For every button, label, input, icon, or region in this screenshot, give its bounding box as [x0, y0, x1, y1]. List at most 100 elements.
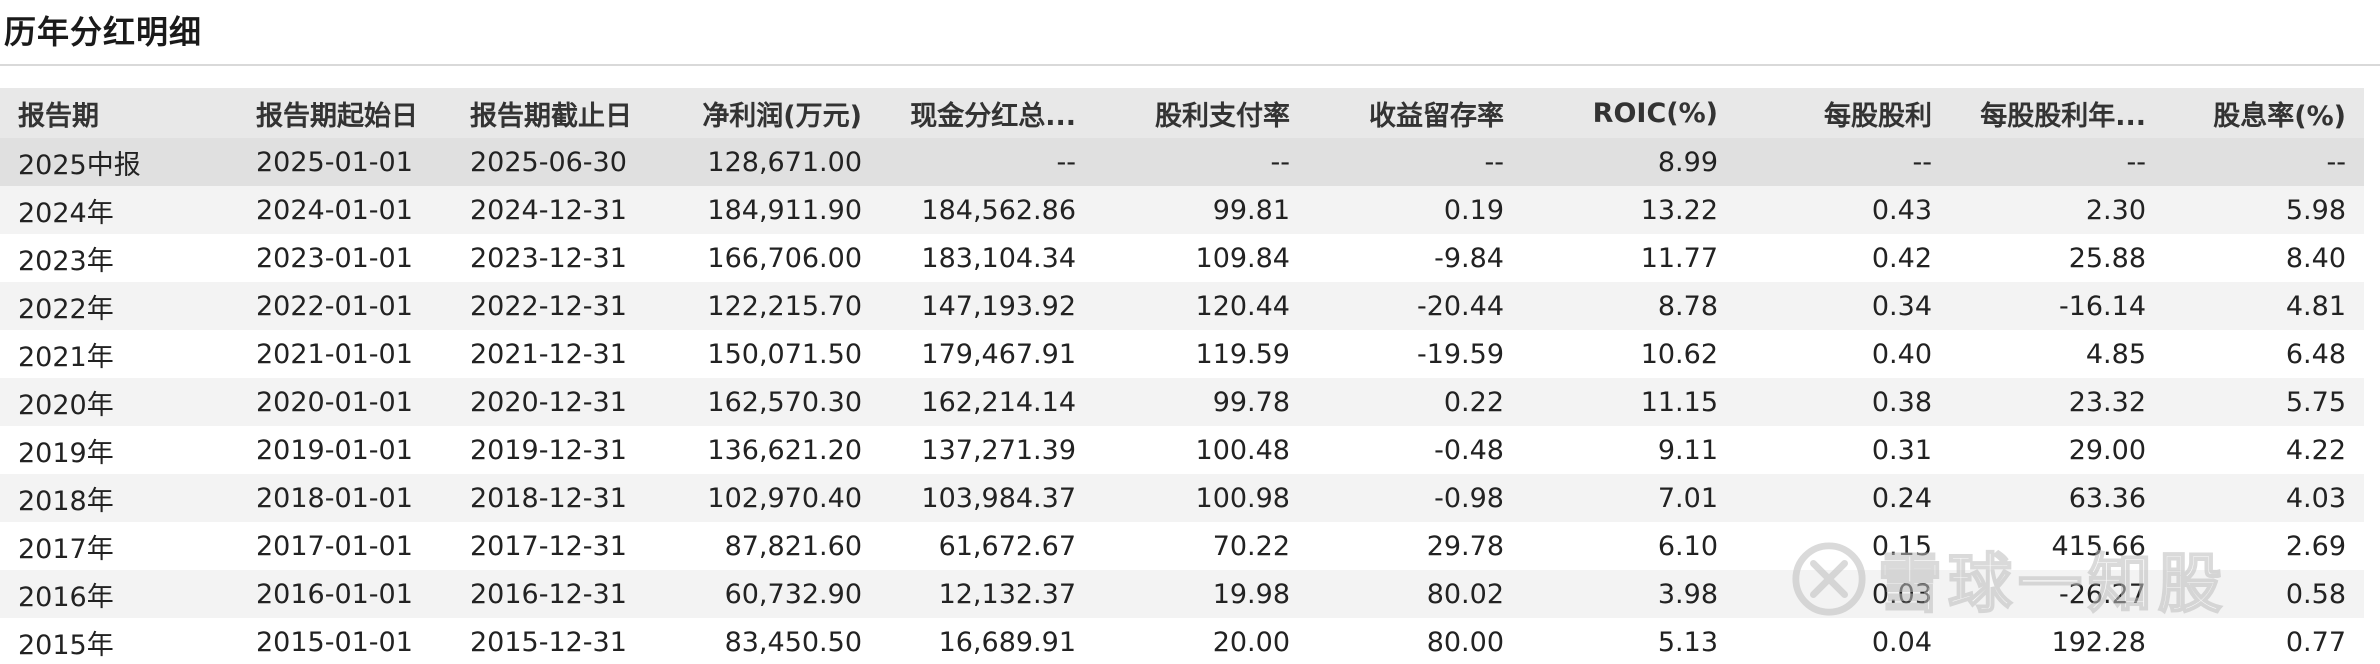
table-cell: 7.01 — [1522, 474, 1736, 522]
table-cell: 8.78 — [1522, 282, 1736, 330]
table-row: 2015年 2015-01-01 2015-12-31 83,450.50 16,689… — [0, 618, 2364, 664]
table-cell: 2017-01-01 — [238, 522, 452, 570]
table-cell: 2023-01-01 — [238, 234, 452, 282]
column-header[interactable]: 现金分红总... — [880, 88, 1094, 138]
table-cell: 2019年 — [0, 426, 238, 474]
table-row: 2022年 2022-01-01 2022-12-31 122,215.70 147,1… — [0, 282, 2364, 330]
table-row: 2016年 2016-01-01 2016-12-31 60,732.90 12,132… — [0, 570, 2364, 618]
table-cell: 6.10 — [1522, 522, 1736, 570]
table-cell: 2023-12-31 — [452, 234, 666, 282]
table-row: 2021年 2021-01-01 2021-12-31 150,071.50 179,4… — [0, 330, 2364, 378]
table-cell: 192.28 — [1950, 618, 2164, 664]
table-cell: 0.34 — [1736, 282, 1950, 330]
table-cell: 0.04 — [1736, 618, 1950, 664]
table-cell: 4.03 — [2164, 474, 2364, 522]
table-cell: 4.81 — [2164, 282, 2364, 330]
column-header[interactable]: 每股股利 — [1736, 88, 1950, 138]
table-cell: 415.66 — [1950, 522, 2164, 570]
table-cell: 2020-01-01 — [238, 378, 452, 426]
table-cell: -0.98 — [1308, 474, 1522, 522]
table-cell: 23.32 — [1950, 378, 2164, 426]
table-cell: 2015-12-31 — [452, 618, 666, 664]
table-cell: 5.98 — [2164, 186, 2364, 234]
table-cell: 6.48 — [2164, 330, 2364, 378]
table-row: 2017年 2017-01-01 2017-12-31 87,821.60 61,672… — [0, 522, 2364, 570]
title-divider — [0, 64, 2380, 66]
column-header[interactable]: ROIC(%) — [1522, 88, 1736, 138]
table-cell: -26.27 — [1950, 570, 2164, 618]
table-cell: 8.99 — [1522, 138, 1736, 186]
column-header[interactable]: 报告期 — [0, 88, 238, 138]
table-cell: 20.00 — [1094, 618, 1308, 664]
table-cell: 2025中报 — [0, 138, 238, 186]
table-cell: 11.77 — [1522, 234, 1736, 282]
table-cell: -0.48 — [1308, 426, 1522, 474]
table-cell: -- — [880, 138, 1094, 186]
table-cell: 0.19 — [1308, 186, 1522, 234]
table-cell: 29.78 — [1308, 522, 1522, 570]
table-cell: 2024-01-01 — [238, 186, 452, 234]
table-cell: 70.22 — [1094, 522, 1308, 570]
column-header[interactable]: 收益留存率 — [1308, 88, 1522, 138]
table-cell: 8.40 — [2164, 234, 2364, 282]
table-cell: 9.11 — [1522, 426, 1736, 474]
table-cell: -- — [2164, 138, 2364, 186]
table-cell: 2015年 — [0, 618, 238, 664]
table-cell: 128,671.00 — [666, 138, 880, 186]
table-cell: 0.40 — [1736, 330, 1950, 378]
table-cell: 2021年 — [0, 330, 238, 378]
table-cell: 183,104.34 — [880, 234, 1094, 282]
table-cell: 2025-01-01 — [238, 138, 452, 186]
table-cell: 2020年 — [0, 378, 238, 426]
table-cell: -- — [1736, 138, 1950, 186]
table-cell: 2016-12-31 — [452, 570, 666, 618]
table-cell: 0.38 — [1736, 378, 1950, 426]
table-body: 2025中报 2025-01-01 2025-06-30 128,671.00 -- --… — [0, 138, 2364, 664]
table-cell: 0.43 — [1736, 186, 1950, 234]
dividend-history-table: 报告期 报告期起始日 报告期截止日 净利润(万元) 现金分红总... 股利支付率 收益留存率… — [0, 88, 2364, 664]
table-cell: 2021-01-01 — [238, 330, 452, 378]
column-header[interactable]: 股息率(%) — [2164, 88, 2364, 138]
table-cell: 61,672.67 — [880, 522, 1094, 570]
table-cell: 2023年 — [0, 234, 238, 282]
column-header[interactable]: 每股股利年... — [1950, 88, 2164, 138]
table-cell: 150,071.50 — [666, 330, 880, 378]
column-header[interactable]: 净利润(万元) — [666, 88, 880, 138]
table-cell: -- — [1950, 138, 2164, 186]
table-cell: 100.98 — [1094, 474, 1308, 522]
table-cell: 5.13 — [1522, 618, 1736, 664]
table-row: 2024年 2024-01-01 2024-12-31 184,911.90 184,5… — [0, 186, 2364, 234]
table-cell: -16.14 — [1950, 282, 2164, 330]
table-cell: 13.22 — [1522, 186, 1736, 234]
table-cell: 184,562.86 — [880, 186, 1094, 234]
column-header[interactable]: 报告期截止日 — [452, 88, 666, 138]
table-cell: 109.84 — [1094, 234, 1308, 282]
table-cell: 120.44 — [1094, 282, 1308, 330]
table-cell: 2024-12-31 — [452, 186, 666, 234]
table-cell: 19.98 — [1094, 570, 1308, 618]
table-cell: 0.22 — [1308, 378, 1522, 426]
table-cell: 137,271.39 — [880, 426, 1094, 474]
table-cell: 2018-12-31 — [452, 474, 666, 522]
table-cell: -20.44 — [1308, 282, 1522, 330]
table-cell: 0.42 — [1736, 234, 1950, 282]
table-cell: 119.59 — [1094, 330, 1308, 378]
table-cell: -19.59 — [1308, 330, 1522, 378]
table-cell: 2016年 — [0, 570, 238, 618]
table-cell: -- — [1308, 138, 1522, 186]
table-row: 2025中报 2025-01-01 2025-06-30 128,671.00 -- --… — [0, 138, 2364, 186]
table-cell: 87,821.60 — [666, 522, 880, 570]
page: 历年分红明细 报告期 报告期起始日 报告期截止日 净利润(万元) 现金分红总... 股利支… — [0, 0, 2380, 664]
table-cell: 136,621.20 — [666, 426, 880, 474]
section-title: 历年分红明细 — [4, 13, 203, 51]
table-cell: 80.00 — [1308, 618, 1522, 664]
table-row: 2018年 2018-01-01 2018-12-31 102,970.40 103,9… — [0, 474, 2364, 522]
column-header[interactable]: 报告期起始日 — [238, 88, 452, 138]
table-cell: 4.22 — [2164, 426, 2364, 474]
table-cell: 122,215.70 — [666, 282, 880, 330]
table-cell: 179,467.91 — [880, 330, 1094, 378]
table-cell: 2.69 — [2164, 522, 2364, 570]
table-row: 2019年 2019-01-01 2019-12-31 136,621.20 137,2… — [0, 426, 2364, 474]
column-header[interactable]: 股利支付率 — [1094, 88, 1308, 138]
table-row: 2020年 2020-01-01 2020-12-31 162,570.30 162,2… — [0, 378, 2364, 426]
